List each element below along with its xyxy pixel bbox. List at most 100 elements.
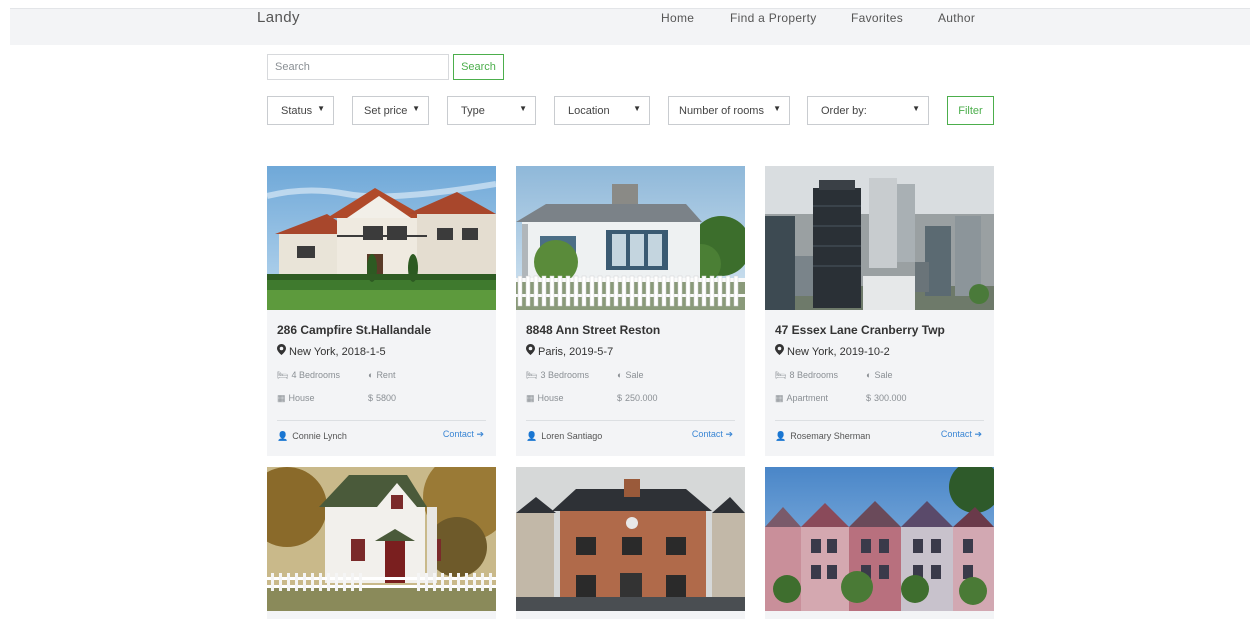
price-dropdown[interactable]: Set price ▼ [352,96,429,125]
adjust-icon: ◐ [368,370,374,380]
agent-name: Rosemary Sherman [790,431,871,441]
type-text: House [288,393,315,403]
contact-label: Contact [940,429,972,439]
caret-down-icon: ▼ [519,104,527,113]
property-card[interactable]: 47 Essex Lane Cranberry Twp New York, 20… [765,166,994,456]
agent-name: Connie Lynch [292,431,347,441]
map-marker-icon [526,344,535,358]
arrow-right-icon: ➔ [476,429,484,439]
caret-down-icon: ▼ [412,104,420,113]
property-card[interactable] [765,467,994,619]
adjust-icon: ◐ [866,370,872,380]
arrow-right-icon: ➔ [974,429,982,439]
deal-info: ◐ Sale [866,370,892,380]
status-select[interactable]: Status ▼ [267,96,334,125]
agent-info: 👤 Connie Lynch [277,431,347,442]
property-location-text: New York, 2018-1-5 [289,346,386,358]
status-select-label: Status [281,105,313,117]
building-icon: ▦ [775,393,784,403]
bedrooms-text: 4 Bedrooms [291,370,340,380]
price-info: $300.000 [866,393,907,403]
user-icon: 👤 [277,431,289,441]
bed-icon: 🛏 [526,370,538,380]
property-title[interactable]: 8848 Ann Street Reston [526,323,660,337]
user-icon: 👤 [775,431,787,441]
caret-down-icon: ▼ [633,104,641,113]
price-info: $5800 [368,393,396,403]
property-card[interactable]: 286 Campfire St.Hallandale New York, 201… [267,166,496,456]
price-text: 5800 [376,393,397,403]
property-location-text: New York, 2019-10-2 [787,346,890,358]
deal-info: ◐ Rent [368,370,395,380]
order-select[interactable]: Order by: ▼ [807,96,929,125]
location-select-label: Location [568,105,610,117]
caret-down-icon: ▼ [317,104,325,113]
agent-info: 👤 Rosemary Sherman [775,431,870,442]
type-text: Apartment [786,393,829,403]
location-select[interactable]: Location ▼ [554,96,650,125]
nav-home[interactable]: Home [661,11,694,25]
property-location: Paris, 2019-5-7 [526,344,613,358]
bed-icon: 🛏 [775,370,787,380]
property-photo[interactable] [765,166,994,310]
user-icon: 👤 [526,431,538,441]
brand-logo[interactable]: Landy [257,9,300,26]
bedrooms-info: 🛏 3 Bedrooms [526,370,589,381]
bedrooms-text: 8 Bedrooms [789,370,838,380]
dollar-icon: $ [617,393,623,403]
contact-label: Contact [442,429,474,439]
nav-author[interactable]: Author [938,11,975,25]
bedrooms-info: 🛏 4 Bedrooms [277,370,340,381]
deal-text: Sale [874,370,893,380]
property-title[interactable]: 47 Essex Lane Cranberry Twp [775,323,945,337]
property-photo[interactable] [267,166,496,310]
contact-link[interactable]: Contact ➔ [443,429,484,440]
deal-text: Sale [625,370,644,380]
property-location-text: Paris, 2019-5-7 [538,346,614,358]
price-info: $250.000 [617,393,658,403]
type-info: ▦ House [526,393,564,404]
price-text: 250.000 [625,393,658,403]
map-marker-icon [277,344,286,358]
card-divider [775,420,984,421]
navbar [10,8,1250,45]
adjust-icon: ◐ [617,370,623,380]
contact-label: Contact [691,429,723,439]
dollar-icon: $ [368,393,374,403]
agent-info: 👤 Loren Santiago [526,431,602,442]
nav-find-property[interactable]: Find a Property [730,11,817,25]
bedrooms-text: 3 Bedrooms [540,370,589,380]
property-title[interactable]: 286 Campfire St.Hallandale [277,323,431,337]
building-icon: ▦ [526,393,535,403]
property-location: New York, 2018-1-5 [277,344,386,358]
card-divider [277,420,486,421]
type-info: ▦ House [277,393,315,404]
deal-text: Rent [376,370,396,380]
property-card[interactable] [516,467,745,619]
order-select-label: Order by: [821,105,867,117]
search-button[interactable]: Search [453,54,504,80]
property-card[interactable]: 8848 Ann Street Reston Paris, 2019-5-7 🛏… [516,166,745,456]
type-select[interactable]: Type ▼ [447,96,536,125]
filter-button[interactable]: Filter [947,96,994,125]
rooms-dropdown-label: Number of rooms [679,105,764,117]
arrow-right-icon: ➔ [725,429,733,439]
property-photo[interactable] [516,467,745,611]
contact-link[interactable]: Contact ➔ [692,429,733,440]
caret-down-icon: ▼ [912,104,920,113]
property-card[interactable] [267,467,496,619]
type-text: House [537,393,564,403]
deal-info: ◐ Sale [617,370,643,380]
card-divider [526,420,735,421]
rooms-dropdown[interactable]: Number of rooms ▼ [668,96,790,125]
dollar-icon: $ [866,393,872,403]
type-info: ▦ Apartment [775,393,828,404]
nav-favorites[interactable]: Favorites [851,11,903,25]
property-photo[interactable] [765,467,994,611]
agent-name: Loren Santiago [541,431,603,441]
property-photo[interactable] [516,166,745,310]
contact-link[interactable]: Contact ➔ [941,429,982,440]
property-photo[interactable] [267,467,496,611]
map-marker-icon [775,344,784,358]
search-input[interactable] [267,54,449,80]
